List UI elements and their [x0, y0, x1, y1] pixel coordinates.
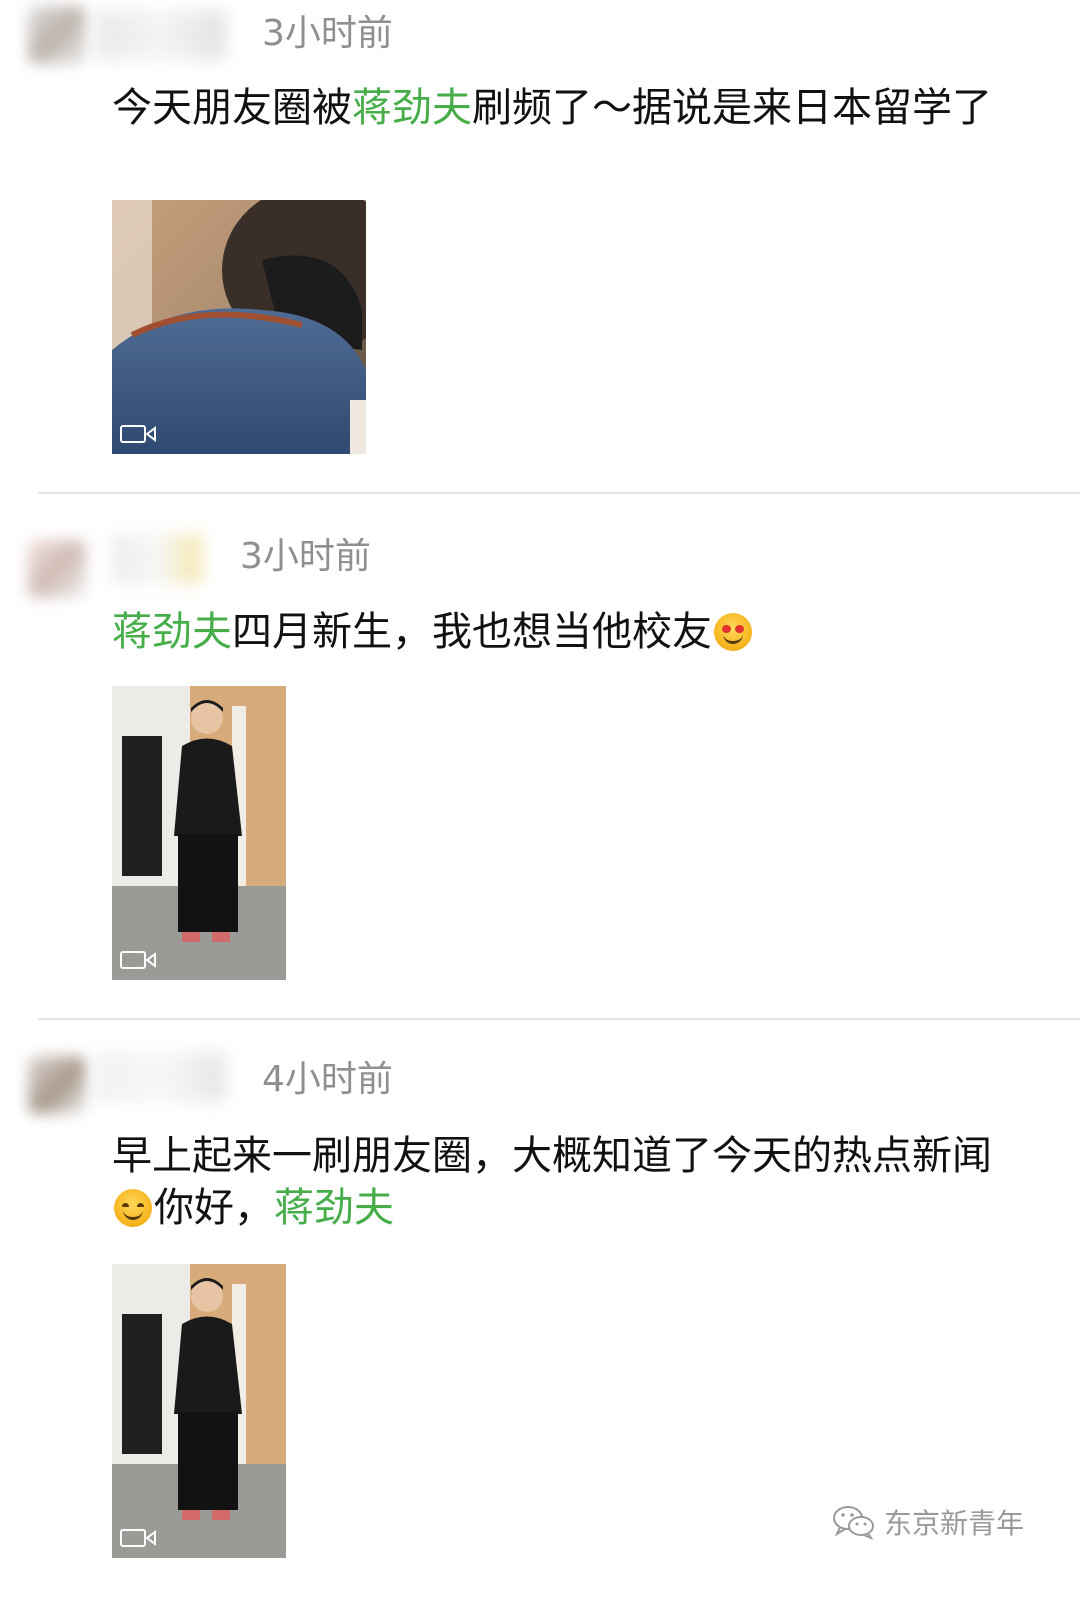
- video-icon: [120, 951, 156, 969]
- post-timestamp: 3小时前: [240, 536, 371, 577]
- post-text-segment: 今天朋友圈被: [112, 85, 352, 131]
- nickname[interactable]: [96, 1052, 226, 1102]
- video-thumbnail[interactable]: [112, 200, 366, 454]
- video-frame-image: [112, 1264, 286, 1558]
- post-text: 蒋劲夫四月新生，我也想当他校友: [112, 606, 1012, 658]
- name-link[interactable]: 蒋劲夫: [112, 609, 232, 655]
- name-link[interactable]: 蒋劲夫: [274, 1185, 394, 1231]
- divider: [38, 1018, 1080, 1020]
- post-text: 今天朋友圈被蒋劲夫刷频了～据说是来日本留学了: [112, 82, 1012, 134]
- post-text: 早上起来一刷朋友圈，大概知道了今天的热点新闻你好，蒋劲夫: [112, 1130, 1012, 1234]
- divider: [38, 492, 1080, 494]
- video-thumbnail[interactable]: [112, 1264, 286, 1558]
- video-frame-image: [112, 200, 366, 454]
- avatar[interactable]: [28, 6, 86, 64]
- video-icon: [120, 425, 156, 443]
- name-link[interactable]: 蒋劲夫: [352, 85, 472, 131]
- wechat-icon: [832, 1506, 874, 1540]
- watermark-text: 东京新青年: [883, 1507, 1024, 1540]
- nickname[interactable]: [112, 534, 202, 584]
- heart-eyes-face-icon: [714, 613, 752, 651]
- watermark: 东京新青年: [832, 1502, 1024, 1542]
- post-text-segment: 刷频了～据说是来日本留学了: [472, 85, 992, 131]
- avatar[interactable]: [28, 1056, 86, 1114]
- video-frame-image: [112, 686, 286, 980]
- post-timestamp: 3小时前: [262, 13, 393, 54]
- post-timestamp: 4小时前: [262, 1059, 393, 1100]
- nickname[interactable]: [96, 10, 226, 60]
- moment-post: 3小时前 蒋劲夫四月新生，我也想当他校友: [0, 520, 1080, 1010]
- avatar[interactable]: [28, 540, 86, 598]
- video-icon: [120, 1529, 156, 1547]
- video-thumbnail[interactable]: [112, 686, 286, 980]
- moment-post: 3小时前 今天朋友圈被蒋劲夫刷频了～据说是来日本留学了: [0, 0, 1080, 490]
- smiling-face-icon: [114, 1189, 152, 1227]
- post-text-segment: 四月新生，我也想当他校友: [232, 609, 712, 655]
- post-text-segment: 你好，: [154, 1185, 274, 1231]
- post-text-segment: 早上起来一刷朋友圈，大概知道了今天的热点新闻: [112, 1133, 992, 1179]
